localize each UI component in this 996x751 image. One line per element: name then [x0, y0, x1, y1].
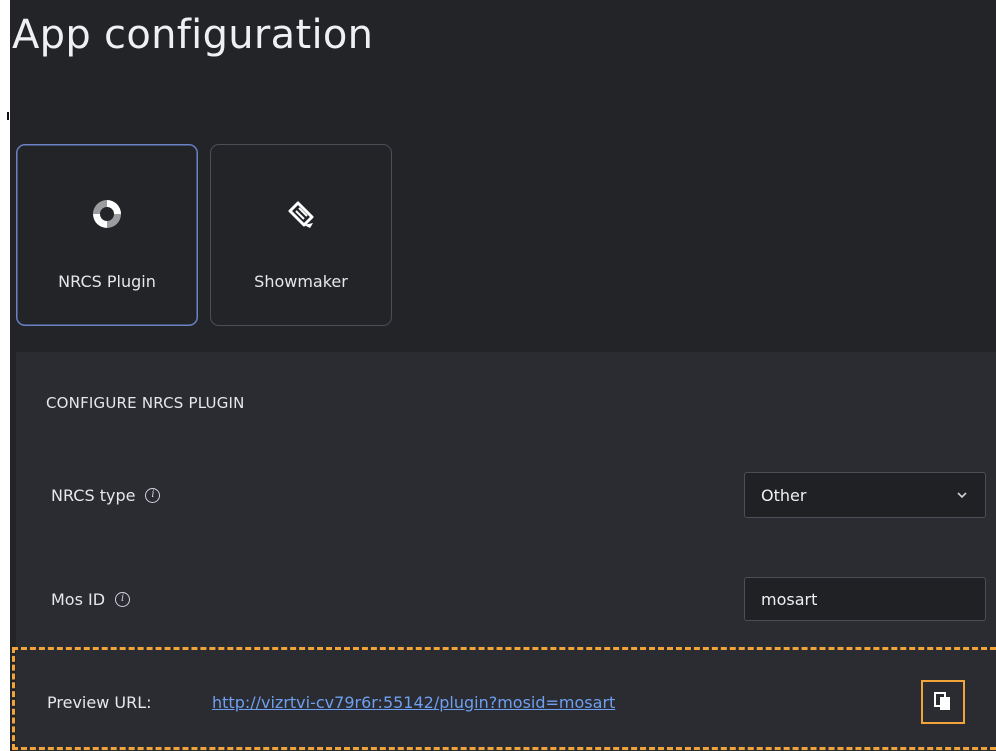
page-title: App configuration	[12, 12, 374, 58]
nrcs-type-label: NRCS type	[51, 486, 136, 505]
app-tiles: NRCS Plugin Showmaker	[16, 144, 392, 326]
tile-nrcs-plugin[interactable]: NRCS Plugin	[16, 144, 198, 326]
nrcs-type-label-row: NRCS type i	[51, 486, 161, 505]
info-icon[interactable]: i	[145, 488, 161, 503]
edge-mark	[7, 112, 9, 120]
copy-icon	[934, 692, 950, 710]
nrcs-type-value: Other	[761, 485, 807, 505]
tile-showmaker[interactable]: Showmaker	[210, 144, 392, 326]
info-icon[interactable]: i	[115, 592, 131, 607]
tile-label: NRCS Plugin	[58, 272, 156, 291]
nrcs-type-select[interactable]: Other	[744, 472, 986, 518]
nrcs-plugin-icon	[93, 200, 121, 228]
preview-url-label: Preview URL:	[47, 693, 152, 712]
mos-id-label: Mos ID	[51, 590, 106, 609]
app-window: App configuration NRCS Plugin Showmaker …	[7, 0, 996, 751]
chevron-down-icon	[957, 492, 967, 499]
preview-url-highlight: Preview URL: http://vizrtvi-cv79r6r:5514…	[12, 647, 996, 750]
mos-id-input[interactable]	[744, 577, 986, 621]
copy-url-button[interactable]	[921, 680, 965, 724]
tile-label: Showmaker	[254, 272, 348, 291]
preview-url-link[interactable]: http://vizrtvi-cv79r6r:55142/plugin?mosi…	[212, 693, 615, 712]
showmaker-icon	[288, 201, 314, 228]
section-title: CONFIGURE NRCS PLUGIN	[46, 394, 245, 412]
mos-id-label-row: Mos ID i	[51, 590, 131, 609]
configure-panel: CONFIGURE NRCS PLUGIN NRCS type i Other …	[12, 352, 996, 751]
